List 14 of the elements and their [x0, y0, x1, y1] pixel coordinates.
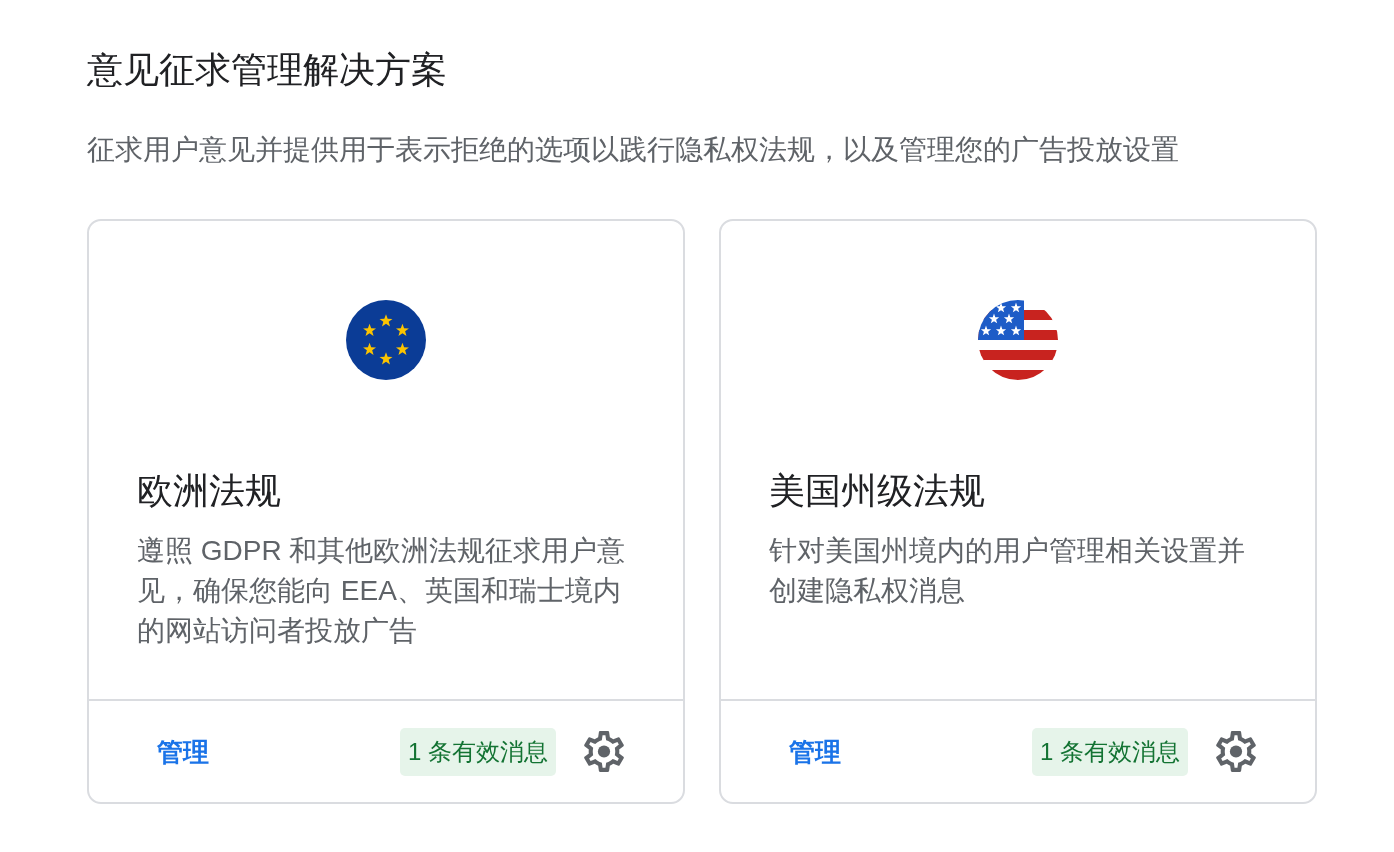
active-message-badge: 1 条有效消息 [1032, 727, 1188, 776]
card-description: 针对美国州境内的用户管理相关设置并创建隐私权消息 [769, 534, 1246, 608]
card-description: 遵照 GDPR 和其他欧洲法规征求用户意见，确保您能向 EEA、英国和瑞士境内的网站访问者投放广告 [137, 534, 627, 648]
manage-link[interactable]: 管理 [137, 725, 229, 778]
card-title: 美国州级法规 [769, 469, 986, 513]
eu-flag-icon [346, 300, 426, 380]
page-description: 征求用户意见并提供用于表示拒绝的选项以践行隐私权法规，以及管理您的广告投放设置 [87, 133, 1180, 167]
active-message-badge: 1 条有效消息 [400, 727, 556, 776]
manage-link[interactable]: 管理 [769, 725, 861, 778]
page-title: 意见征求管理解决方案 [87, 48, 448, 92]
settings-gear-icon [1216, 731, 1256, 772]
us-flag-icon [978, 300, 1058, 380]
settings-gear-icon [584, 731, 624, 772]
card-title: 欧洲法规 [137, 469, 282, 513]
